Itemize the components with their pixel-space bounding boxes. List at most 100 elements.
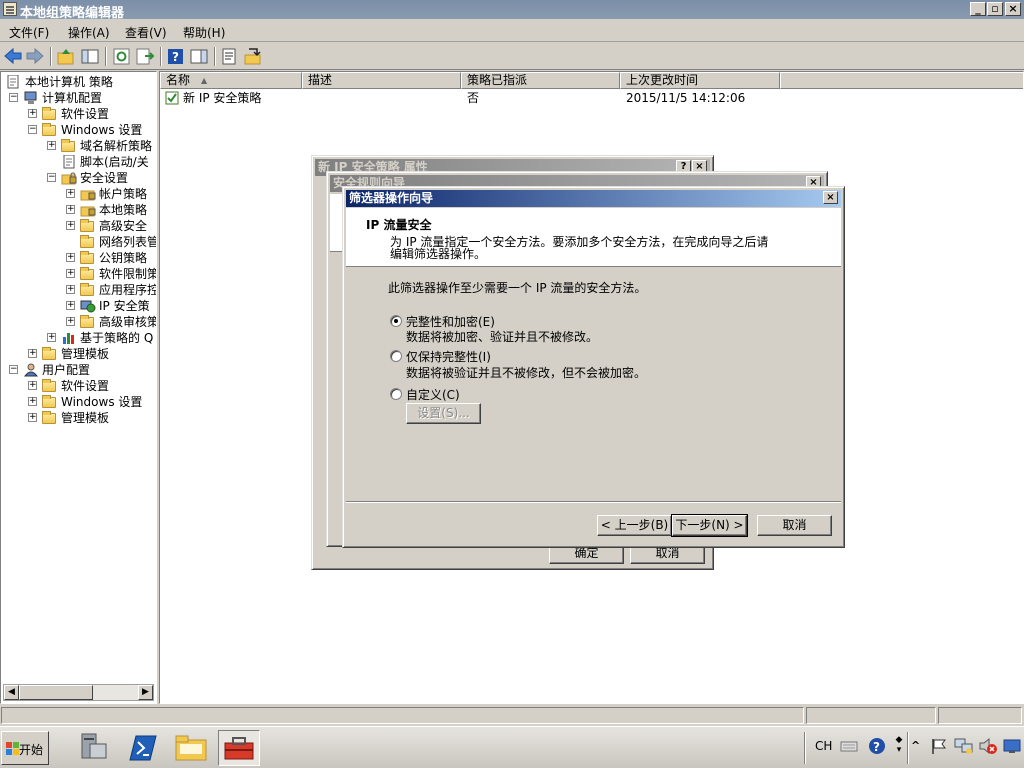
expand-icon[interactable]: + xyxy=(66,189,75,198)
help-icon[interactable]: ? xyxy=(166,47,186,66)
wizard-cancel-button[interactable]: 取消 xyxy=(757,515,832,536)
tree-item-account-policies[interactable]: + 帐户策略 xyxy=(1,186,156,202)
tree-item-advanced-security[interactable]: + 高级安全 xyxy=(1,218,156,234)
tree-item-admin-templates[interactable]: + 管理模板 xyxy=(1,346,156,362)
expand-icon[interactable]: + xyxy=(28,397,37,406)
filter-action-wizard[interactable]: 筛选器操作向导 × IP 流量安全 为 IP 流量指定一个安全方法。要添加多个安… xyxy=(342,186,845,548)
collapse-icon[interactable]: − xyxy=(28,125,37,134)
action-center-flag-icon[interactable] xyxy=(930,737,948,755)
tree-item-scripts[interactable]: 脚本(启动/关 xyxy=(1,154,156,170)
tree-item-software-settings[interactable]: + 软件设置 xyxy=(1,106,156,122)
wizard-close-icon[interactable]: × xyxy=(823,191,838,204)
tree-item-advanced-audit[interactable]: + 高级审核策 xyxy=(1,314,156,330)
forward-arrow-icon[interactable] xyxy=(25,47,45,66)
powershell-icon[interactable] xyxy=(121,730,163,766)
integrity-encryption-radio[interactable] xyxy=(390,315,402,327)
tree-item-label: 脚本(启动/关 xyxy=(80,155,149,169)
scroll-left-arrow-icon[interactable]: ◀ xyxy=(4,685,19,700)
tree-item-public-key-policies[interactable]: + 公钥策略 xyxy=(1,250,156,266)
tree-item-local-policies[interactable]: + 本地策略 xyxy=(1,202,156,218)
tree-item-user-windows-settings[interactable]: + Windows 设置 xyxy=(1,394,156,410)
tree-horizontal-scrollbar[interactable]: ◀ ▶ xyxy=(3,684,154,701)
integrity-only-radio[interactable] xyxy=(390,350,402,362)
expand-icon[interactable]: + xyxy=(66,317,75,326)
integrity-only-label[interactable]: 仅保持完整性(I) xyxy=(406,348,491,365)
network-icon[interactable] xyxy=(954,737,974,755)
tree-item-policy-based-qos[interactable]: + 基于策略的 Q xyxy=(1,330,156,346)
back-arrow-icon[interactable] xyxy=(3,47,23,66)
settings-button[interactable]: 设置(S)... xyxy=(406,403,481,424)
expand-icon[interactable]: + xyxy=(47,141,56,150)
refresh-icon[interactable] xyxy=(112,47,132,66)
keyboard-icon[interactable] xyxy=(840,737,858,755)
column-header-name[interactable]: 名称 ▲ xyxy=(160,72,302,89)
status-bar xyxy=(0,705,1024,726)
menu-view[interactable]: 查看(V) xyxy=(125,24,167,41)
menu-file[interactable]: 文件(F) xyxy=(9,24,49,41)
collapse-icon[interactable]: − xyxy=(9,93,18,102)
explorer-folder-icon[interactable] xyxy=(170,730,212,766)
tree-item-label: Windows 设置 xyxy=(61,123,143,137)
start-button[interactable]: 开始 xyxy=(1,731,49,765)
column-header-assigned[interactable]: 策略已指派 xyxy=(461,72,620,89)
expand-icon[interactable]: + xyxy=(66,285,75,294)
tree-item-label: 软件设置 xyxy=(61,107,110,121)
tree-item-security-settings[interactable]: − 安全设置 xyxy=(1,170,156,186)
integrity-only-desc: 数据将被验证并且不被修改，但不会被加密。 xyxy=(406,366,647,380)
tree-item-label: 基于策略的 Q xyxy=(80,331,154,345)
tree-item-user-admin-templates[interactable]: + 管理模板 xyxy=(1,410,156,426)
collapse-icon[interactable]: − xyxy=(9,365,18,374)
expand-icon[interactable]: + xyxy=(47,333,56,342)
properties-pane-icon[interactable] xyxy=(189,47,209,66)
show-hidden-icons-icon[interactable]: ^ xyxy=(911,739,923,753)
window-title-bar[interactable]: 本地组策略编辑器 _ ▫ × xyxy=(0,0,1024,21)
tree-item-ip-security-policies[interactable]: + IP 安全策 xyxy=(1,298,156,314)
expand-icon[interactable]: + xyxy=(66,253,75,262)
input-help-icon[interactable]: ? xyxy=(868,737,886,755)
tree-item-network-list[interactable]: 网络列表管 xyxy=(1,234,156,250)
back-button[interactable]: < 上一步(B) xyxy=(597,515,672,536)
tree-item-software-restriction[interactable]: + 软件限制策 xyxy=(1,266,156,282)
expand-icon[interactable]: + xyxy=(28,381,37,390)
active-task-toolbox-icon[interactable] xyxy=(218,730,260,766)
minimize-button[interactable]: _ xyxy=(970,2,986,16)
volume-muted-icon[interactable] xyxy=(978,737,998,755)
tree-item-dns-policy[interactable]: + 域名解析策略 xyxy=(1,138,156,154)
ime-options-icon[interactable]: ◆ ▾ xyxy=(894,735,904,757)
expand-icon[interactable]: + xyxy=(66,269,75,278)
expand-icon[interactable]: + xyxy=(66,301,75,310)
menu-help[interactable]: 帮助(H) xyxy=(183,24,225,41)
tree-item-windows-settings[interactable]: − Windows 设置 xyxy=(1,122,156,138)
menu-action[interactable]: 操作(A) xyxy=(68,24,110,41)
restore-button[interactable]: ▫ xyxy=(987,2,1003,16)
tree-item-user-config[interactable]: − 用户配置 xyxy=(1,362,156,378)
show-hide-tree-icon[interactable] xyxy=(80,47,100,66)
collapse-icon[interactable]: − xyxy=(47,173,56,182)
close-button[interactable]: × xyxy=(1005,2,1021,16)
custom-label[interactable]: 自定义(C) xyxy=(406,386,460,403)
scroll-thumb[interactable] xyxy=(19,685,93,700)
status-panel-main xyxy=(1,707,804,724)
column-header-modified[interactable]: 上次更改时间 xyxy=(620,72,780,89)
export-list-icon[interactable] xyxy=(135,47,155,66)
next-button[interactable]: 下一步(N) > xyxy=(671,514,748,537)
console-tree[interactable]: 本地计算机 策略 − 计算机配置 + 软件设置 − Windows 设置 + 域名解析策略 脚本… xyxy=(0,71,157,704)
tree-item-app-control[interactable]: + 应用程序控 xyxy=(1,282,156,298)
expand-icon[interactable]: + xyxy=(28,413,37,422)
expand-icon[interactable]: + xyxy=(66,205,75,214)
server-manager-icon[interactable] xyxy=(70,730,112,766)
up-folder-icon[interactable] xyxy=(56,47,76,66)
expand-icon[interactable]: + xyxy=(28,109,37,118)
computer-icon xyxy=(23,91,39,105)
custom-radio[interactable] xyxy=(390,388,402,400)
scroll-right-arrow-icon[interactable]: ▶ xyxy=(138,685,153,700)
tree-item-user-software-settings[interactable]: + 软件设置 xyxy=(1,378,156,394)
tree-item-computer-config[interactable]: − 计算机配置 xyxy=(1,90,156,106)
expand-icon[interactable]: + xyxy=(66,221,75,230)
import-export-policy-icon[interactable] xyxy=(243,47,263,66)
show-desktop-icon[interactable] xyxy=(1003,738,1021,754)
language-indicator[interactable]: CH xyxy=(815,739,832,753)
expand-icon[interactable]: + xyxy=(28,349,37,358)
manage-ip-filters-icon[interactable] xyxy=(220,47,240,66)
column-header-description[interactable]: 描述 xyxy=(302,72,461,89)
